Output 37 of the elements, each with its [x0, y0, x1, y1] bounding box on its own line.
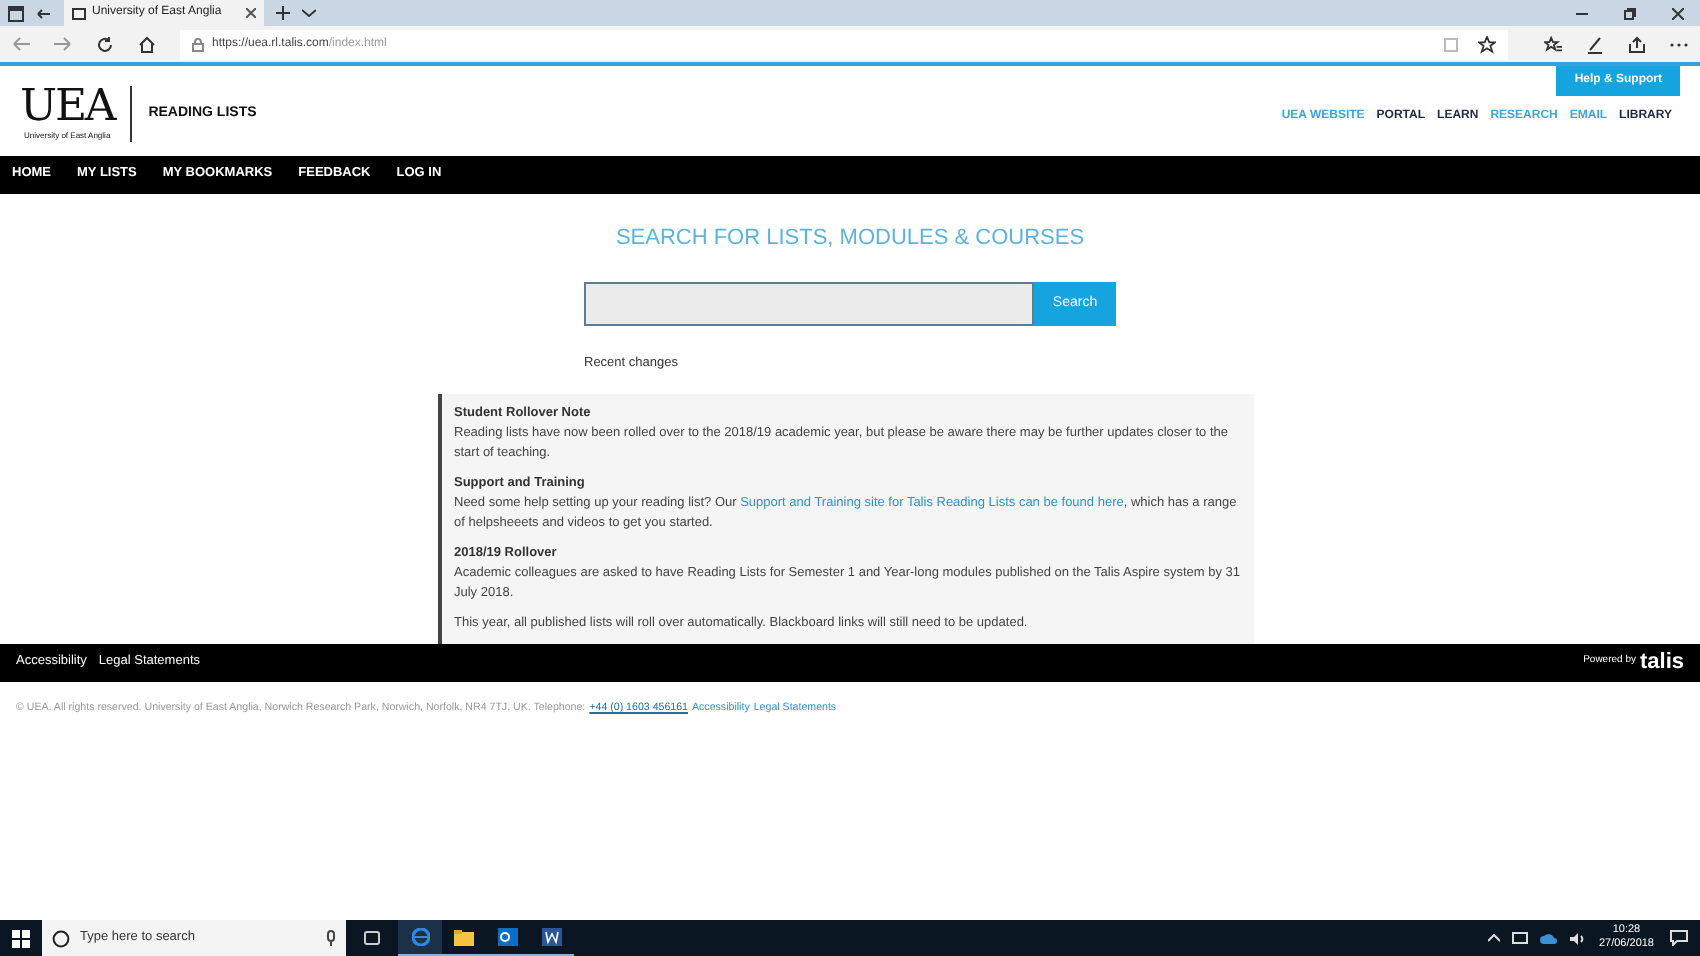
chevron-up-icon[interactable]	[1488, 934, 1501, 943]
search-heading: SEARCH FOR LISTS, MODULES & COURSES	[613, 223, 1087, 254]
folder-icon	[454, 929, 474, 946]
tab-back-icon[interactable]	[36, 5, 52, 21]
back-icon[interactable]	[12, 36, 30, 53]
close-icon[interactable]	[1672, 7, 1684, 19]
tabs-icon[interactable]	[8, 5, 24, 21]
windows-start-icon[interactable]	[12, 929, 30, 948]
task-view-icon[interactable]	[362, 930, 382, 947]
speaker-icon[interactable]	[1570, 931, 1587, 946]
chevron-down-icon[interactable]	[302, 8, 316, 18]
share-icon[interactable]	[1628, 35, 1646, 54]
logo-text[interactable]: UEA	[20, 86, 115, 131]
pen-icon[interactable]	[1586, 35, 1604, 54]
more-icon[interactable]	[1670, 41, 1688, 48]
edge-taskbar-icon[interactable]	[398, 920, 442, 956]
lock-icon	[192, 37, 204, 52]
forward-icon[interactable]	[54, 36, 72, 53]
document-app-icon	[542, 928, 562, 947]
home-icon[interactable]	[138, 35, 156, 54]
star-icon[interactable]	[1478, 35, 1496, 54]
new-tab-icon[interactable]	[276, 6, 290, 20]
mail-app-icon	[498, 928, 518, 947]
search-field[interactable]	[584, 282, 1034, 327]
notifications-icon[interactable]	[1670, 930, 1688, 947]
minimize-icon[interactable]	[1576, 7, 1588, 19]
page-icon	[72, 7, 86, 19]
refresh-icon[interactable]	[96, 35, 114, 54]
favorites-icon[interactable]	[1544, 35, 1562, 54]
microphone-icon[interactable]	[326, 930, 336, 947]
restore-icon[interactable]	[1624, 7, 1636, 19]
close-icon[interactable]	[246, 8, 256, 18]
browser-e-icon	[411, 928, 429, 947]
network-icon[interactable]	[1512, 931, 1529, 946]
talis-logo[interactable]: talis	[1639, 651, 1684, 674]
cloud-icon[interactable]	[1540, 932, 1559, 945]
search-icon	[52, 929, 70, 948]
